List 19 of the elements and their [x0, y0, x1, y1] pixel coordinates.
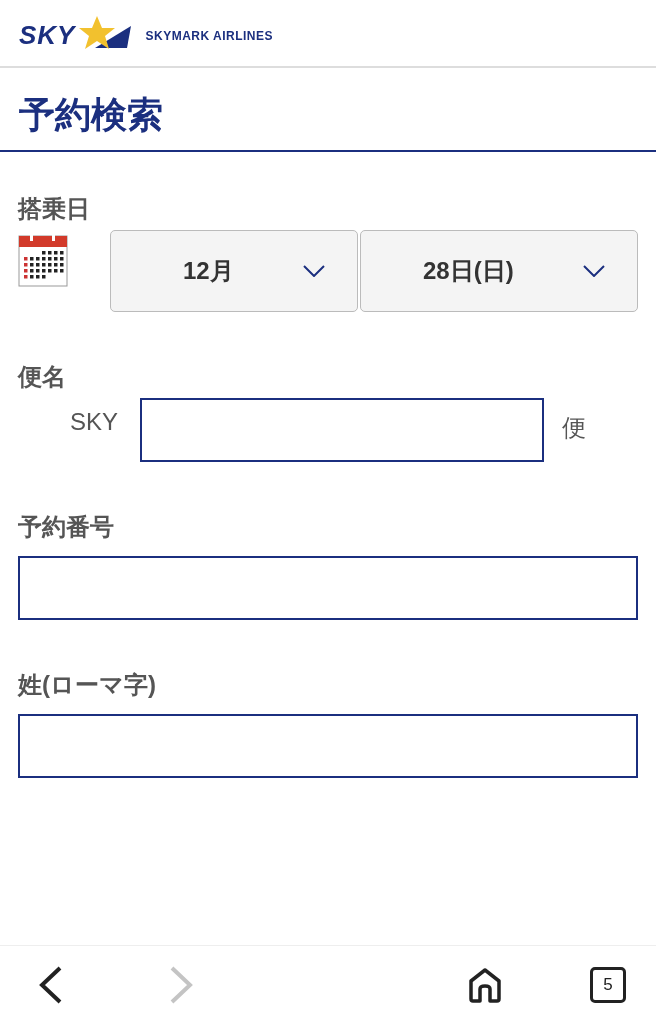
field-label: 搭乗日 [18, 194, 91, 224]
tab-count[interactable]: 5 [590, 967, 626, 1003]
month-select[interactable]: 12月 [110, 230, 358, 312]
flight-number-field[interactable] [140, 398, 544, 462]
page-title: 予約検索 [0, 68, 656, 152]
field-label: 予約番号 [18, 512, 115, 542]
logo-text: SKY [19, 20, 76, 50]
field-label: 姓(ローマ字) [18, 670, 157, 700]
chevron-down-icon [583, 265, 605, 277]
flight-prefix: SKY [70, 407, 120, 436]
field-label: 便名 [18, 362, 67, 392]
home-icon[interactable] [468, 967, 502, 1003]
brand-name: SKYMARK AIRLINES [145, 29, 274, 43]
logo[interactable]: SKY [19, 16, 132, 50]
flight-suffix: 便 [561, 413, 586, 443]
chevron-down-icon [303, 265, 325, 277]
input-field[interactable] [18, 556, 638, 620]
input-field[interactable] [18, 714, 638, 778]
day-select[interactable]: 28日(日) [360, 230, 638, 312]
